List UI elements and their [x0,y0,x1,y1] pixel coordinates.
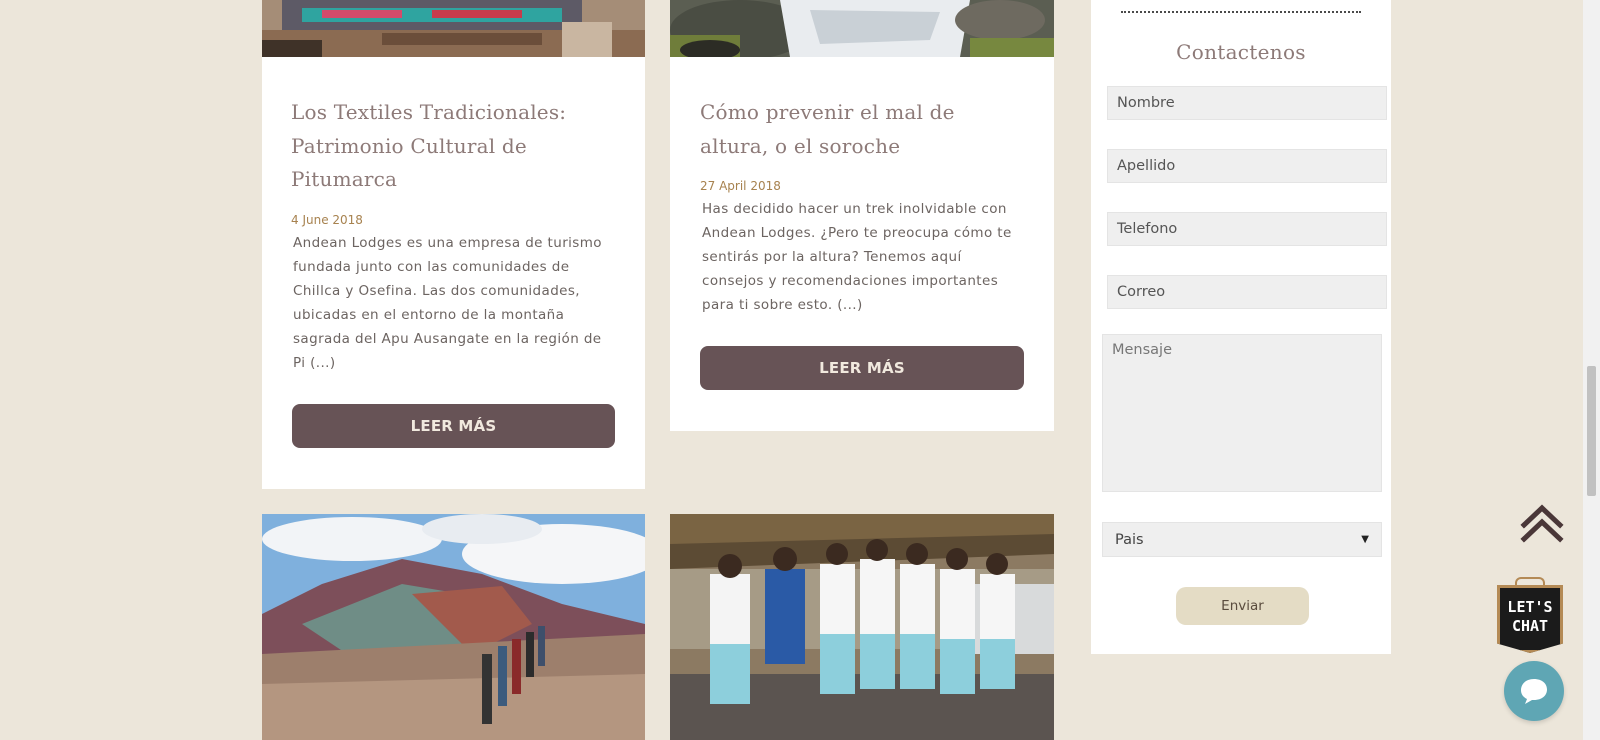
mensaje-placeholder: Mensaje [1112,342,1173,358]
post-title[interactable]: Cómo prevenir el mal de altura, o el sor… [700,96,1020,163]
nombre-field[interactable]: Nombre [1107,86,1387,120]
contact-title: Contactenos [1176,40,1306,64]
correo-placeholder: Correo [1117,284,1166,300]
chat-sign-line2: CHAT [1511,617,1549,635]
dropdown-arrow-icon: ▼ [1361,534,1369,545]
lets-chat-board: LET'S CHAT [1497,585,1563,653]
correo-field[interactable]: Correo [1107,275,1387,309]
blog-card-community[interactable] [670,514,1054,740]
post-excerpt: Andean Lodges es una empresa de turismo … [293,235,602,371]
telefono-field[interactable]: Telefono [1107,212,1387,246]
country-select[interactable]: Pais ▼ [1102,522,1382,557]
post-date: 27 April 2018 [700,179,781,193]
blog-card-rainbow-mountain[interactable] [262,514,645,740]
apellido-placeholder: Apellido [1117,158,1176,174]
rainbow-mountain-image [262,514,645,740]
dotted-divider [1121,11,1361,13]
page-scrollbar[interactable] [1583,0,1600,740]
blog-card-image-altitude[interactable] [670,0,1054,57]
post-title[interactable]: Los Textiles Tradicionales: Patrimonio C… [291,96,611,197]
apellido-field[interactable]: Apellido [1107,149,1387,183]
scrollbar-thumb[interactable] [1587,366,1596,496]
chat-bubble-icon[interactable] [1504,661,1564,721]
blog-card-textiles: Los Textiles Tradicionales: Patrimonio C… [262,0,645,489]
community-group-image [670,514,1054,740]
telefono-placeholder: Telefono [1117,221,1178,237]
country-select-value: Pais [1115,531,1144,548]
blog-card-image-textiles[interactable] [262,0,645,57]
post-excerpt: Has decidido hacer un trek inolvidable c… [702,201,1012,313]
blog-card-altitude: Cómo prevenir el mal de altura, o el sor… [670,0,1054,431]
nombre-placeholder: Nombre [1117,95,1175,111]
contact-form-panel: Contactenos Nombre Apellido Telefono Cor… [1091,0,1391,654]
send-button[interactable]: Enviar [1176,587,1309,625]
read-more-button[interactable]: LEER MÁS [700,346,1024,390]
mensaje-textarea[interactable]: Mensaje [1102,334,1382,492]
chat-sign-line1: LET'S [1507,598,1553,616]
read-more-button[interactable]: LEER MÁS [292,404,615,448]
scroll-to-top-icon[interactable] [1520,503,1564,543]
speech-bubble-icon [1521,679,1547,704]
post-date: 4 June 2018 [291,213,363,227]
lets-chat-sign-icon[interactable]: LET'S CHAT [1497,577,1563,653]
